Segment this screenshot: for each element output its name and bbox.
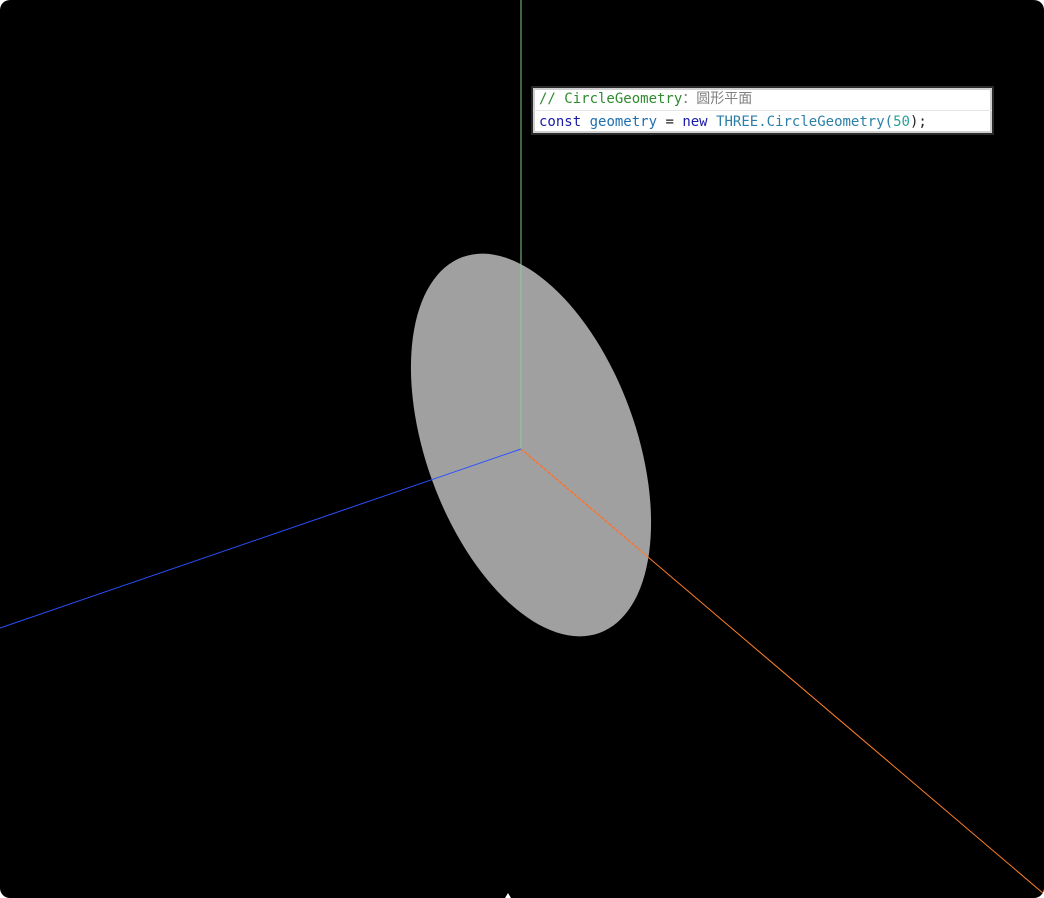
x-axis-line: [520, 448, 1044, 895]
assign-operator: =: [657, 114, 683, 130]
code-comment-line: // CircleGeometry：圆形平面: [533, 88, 992, 110]
comment-separator: ：: [682, 91, 697, 107]
threejs-viewport[interactable]: // CircleGeometry：圆形平面 const geometry = …: [0, 0, 1044, 898]
circle-geometry-disc: [410, 253, 652, 637]
paren-close: );: [909, 114, 927, 130]
keyword-const: const: [539, 114, 582, 130]
comment-cjk-text: 圆形平面: [696, 91, 753, 107]
code-statement-line: const geometry = new THREE.CircleGeometr…: [533, 110, 992, 133]
paren-open: (: [884, 114, 894, 130]
comment-text: // CircleGeometry: [539, 91, 683, 107]
code-snippet-panel: // CircleGeometry：圆形平面 const geometry = …: [531, 86, 994, 135]
keyword-new: new: [682, 114, 708, 130]
radius-argument: 50: [893, 114, 910, 130]
class-name: THREE.CircleGeometry: [716, 114, 885, 130]
z-axis-line: [0, 448, 522, 629]
variable-name: geometry: [589, 114, 658, 130]
mouse-cursor-icon: [505, 893, 511, 898]
